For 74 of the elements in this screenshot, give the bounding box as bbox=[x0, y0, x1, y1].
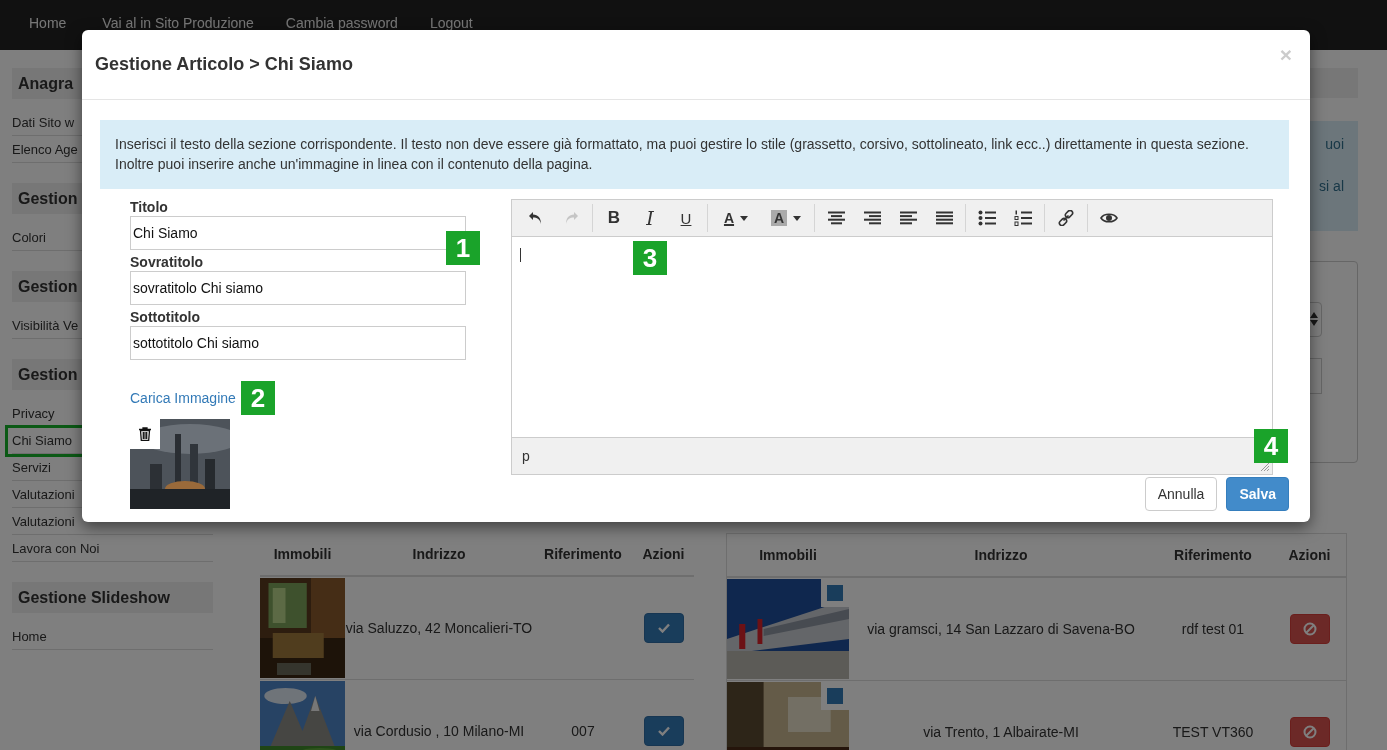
element-path: p bbox=[522, 448, 530, 464]
table-cell: via Saluzzo, 42 Moncalieri-TO bbox=[345, 620, 533, 636]
caret-icon bbox=[740, 215, 749, 221]
step-badge: 3 bbox=[633, 241, 667, 275]
trash-icon bbox=[139, 427, 151, 441]
table-cell-text: via Trento, 1 Albairate-MI bbox=[922, 724, 1080, 740]
field-label: Titolo bbox=[130, 199, 169, 216]
field-label: Sottotitolo bbox=[130, 309, 201, 326]
block-button[interactable] bbox=[1289, 614, 1330, 644]
underline-button[interactable]: U bbox=[668, 204, 704, 232]
sidebar-link[interactable]: Home bbox=[12, 628, 47, 644]
ban-icon bbox=[1302, 622, 1317, 636]
align-left-icon bbox=[899, 211, 917, 225]
column-header: Riferimento bbox=[1173, 547, 1253, 563]
table-cell-text: via gramsci, 14 San Lazzaro di Savena-BO bbox=[866, 621, 1136, 637]
sidebar-link[interactable]: Chi Siamo bbox=[12, 432, 72, 448]
sidebar-link[interactable]: Privacy bbox=[12, 405, 55, 421]
numbered-list-icon bbox=[1014, 210, 1032, 226]
sidebar-link[interactable]: Lavora con Noi bbox=[12, 540, 100, 556]
upload-link[interactable]: Carica Immagine bbox=[130, 390, 236, 406]
cancel-button[interactable]: Annulla bbox=[1144, 477, 1218, 511]
column-header: Immobili bbox=[272, 546, 333, 562]
sidebar-heading: Gestione Slideshow bbox=[12, 582, 213, 613]
check-icon bbox=[657, 726, 670, 736]
check-icon bbox=[657, 623, 670, 633]
info-text: uoi bbox=[1325, 135, 1344, 154]
ban-icon bbox=[1302, 725, 1317, 739]
info-text: Inserisci il testo della sezione corrispondente. Il testo non deve essere già formattato, ma puoi gestire lo stile (grassetto, corsivo, sottolineato, link ecc..) direttamente in questa sezione. Inoltre puoi inserire anche un'immagine in linea con il contenuto della pagina. bbox=[115, 136, 1249, 172]
nav-link[interactable]: Home bbox=[14, 0, 82, 50]
justify-icon bbox=[935, 211, 953, 225]
align-right-icon bbox=[863, 211, 881, 225]
table-cell-text: rdf test 01 bbox=[1180, 621, 1246, 637]
checkbox-icon[interactable] bbox=[821, 682, 849, 710]
resize-grip-icon[interactable] bbox=[1260, 462, 1270, 472]
input-field[interactable]: sottotitolo Chi siamo bbox=[130, 326, 466, 360]
sidebar-link[interactable]: Valutazioni bbox=[12, 486, 75, 502]
sidebar-link[interactable]: Servizi bbox=[12, 459, 51, 475]
step-badge: 4 bbox=[1254, 429, 1288, 463]
step-badge: 2 bbox=[241, 381, 275, 415]
step-badge: 1 bbox=[446, 231, 480, 265]
text-color-button[interactable]: A bbox=[711, 204, 761, 232]
eye-icon bbox=[1100, 212, 1118, 224]
sidebar-link[interactable]: Visibilità Ve bbox=[12, 317, 79, 333]
sidebar-link[interactable]: Valutazioni bbox=[12, 513, 75, 529]
checkbox-icon[interactable] bbox=[821, 579, 849, 607]
background-color-button[interactable]: A bbox=[761, 204, 811, 232]
align-center-icon bbox=[827, 211, 845, 225]
undo-icon bbox=[527, 211, 543, 225]
block-button[interactable] bbox=[1289, 717, 1330, 747]
text-cursor bbox=[520, 248, 521, 262]
input-field[interactable]: sovratitolo Chi siamo bbox=[130, 271, 466, 305]
table-cell-text: 007 bbox=[570, 723, 596, 739]
table-cell-text: TEST VT360 bbox=[1171, 724, 1255, 740]
column-header: Azioni bbox=[1287, 547, 1332, 563]
sidebar-link[interactable]: Dati Sito w bbox=[12, 114, 75, 130]
bold-button[interactable]: B bbox=[596, 204, 632, 232]
column-header: Indrizzo bbox=[411, 546, 467, 562]
column-header: Immobili bbox=[758, 547, 818, 563]
italic-button[interactable]: I bbox=[632, 204, 668, 232]
info-text: si al bbox=[1319, 177, 1344, 196]
sidebar-link[interactable]: Elenco Age bbox=[12, 141, 78, 157]
column-header: Riferimento bbox=[543, 546, 623, 562]
sidebar-link[interactable]: Colori bbox=[12, 229, 46, 245]
confirm-button[interactable] bbox=[643, 716, 684, 746]
link-icon bbox=[1058, 210, 1074, 226]
column-header: Azioni bbox=[641, 546, 686, 562]
confirm-button[interactable] bbox=[643, 613, 684, 643]
caret-icon bbox=[793, 215, 802, 221]
save-button[interactable]: Salva bbox=[1226, 477, 1289, 511]
redo-icon bbox=[563, 211, 579, 225]
bullet-list-icon bbox=[978, 210, 996, 226]
column-header: Indrizzo bbox=[973, 547, 1029, 563]
field-label: Sovratitolo bbox=[130, 254, 205, 271]
table-cell-text: via Cordusio , 10 Milano-MI bbox=[352, 723, 526, 739]
